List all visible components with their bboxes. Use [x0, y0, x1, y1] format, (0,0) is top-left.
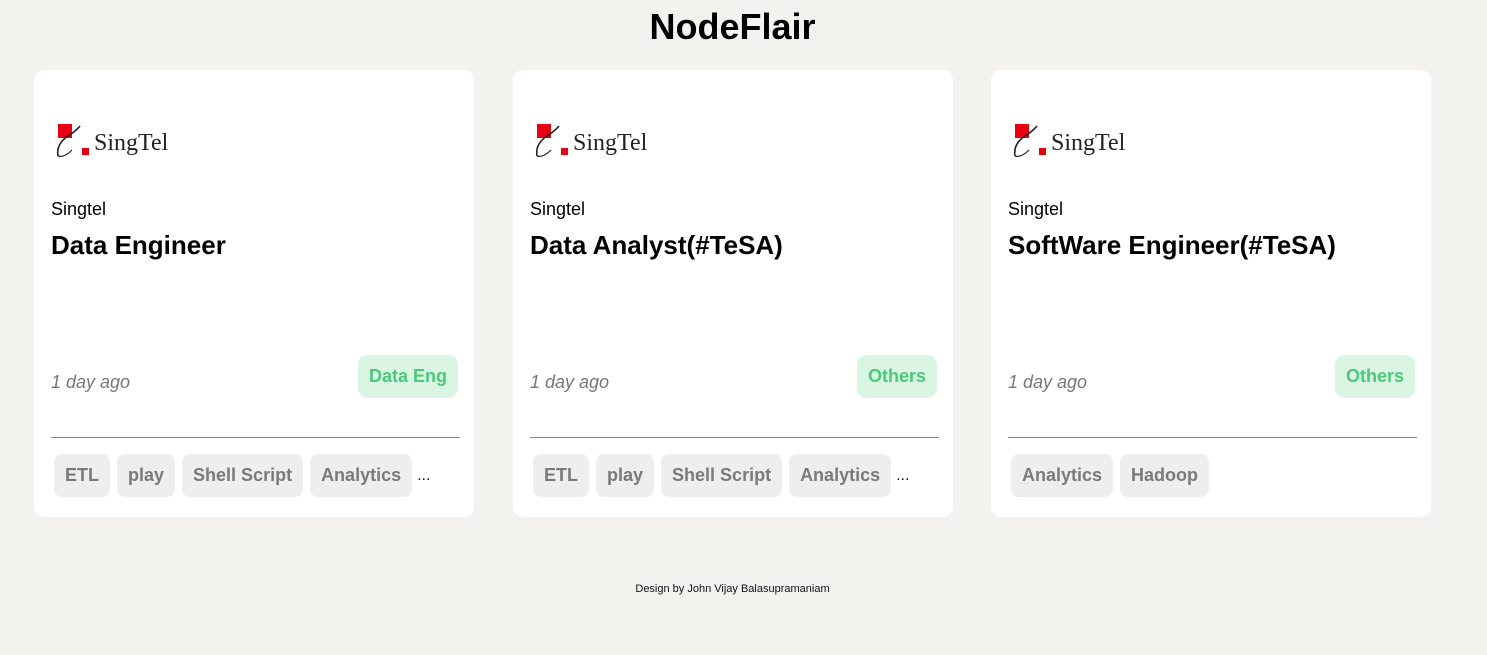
job-title[interactable]: Data Engineer — [51, 230, 226, 261]
company-name: Singtel — [1008, 199, 1064, 219]
tag[interactable]: ETL — [533, 454, 589, 497]
tag[interactable]: Shell Script — [182, 454, 304, 497]
category-badge: Data Eng — [357, 355, 458, 398]
company-name: Singtel — [530, 199, 586, 219]
tag[interactable]: Analytics — [310, 454, 413, 497]
tag[interactable]: Hadoop — [1120, 454, 1210, 497]
singtel-logo: SingTel — [56, 124, 169, 157]
tag[interactable]: ETL — [54, 454, 110, 497]
posted-time: 1 day ago — [51, 372, 131, 392]
divider — [530, 437, 939, 438]
category-badge: Others — [1334, 355, 1415, 398]
tag[interactable]: Analytics — [1011, 454, 1114, 497]
svg-text:SingTel: SingTel — [1051, 130, 1126, 156]
tag[interactable]: play — [117, 454, 176, 497]
more-tags-ellipsis: ... — [896, 467, 910, 484]
footer-credit: Design by John Vijay Balasupramaniam — [635, 583, 830, 595]
singtel-logo: SingTel — [535, 124, 648, 157]
svg-text:SingTel: SingTel — [573, 130, 648, 156]
tag-list: Analytics Hadoop — [1011, 454, 1210, 497]
singtel-logo: SingTel — [1013, 124, 1126, 157]
divider — [51, 437, 460, 438]
job-title[interactable]: SoftWare Engineer(#TeSA) — [1008, 230, 1336, 261]
company-name: Singtel — [51, 199, 107, 219]
tag-list: ETL play Shell Script Analytics ... — [533, 454, 909, 497]
job-card[interactable]: SingTel Singtel Data Engineer 1 day ago … — [34, 70, 474, 517]
tag[interactable]: Analytics — [789, 454, 892, 497]
more-tags-ellipsis: ... — [417, 467, 431, 484]
posted-time: 1 day ago — [530, 372, 610, 392]
site-title: NodeFlair — [649, 6, 816, 47]
tag[interactable]: Shell Script — [661, 454, 783, 497]
tag-list: ETL play Shell Script Analytics ... — [54, 454, 430, 497]
tag[interactable]: play — [596, 454, 655, 497]
category-badge: Others — [856, 355, 937, 398]
svg-text:SingTel: SingTel — [94, 130, 169, 156]
divider — [1008, 437, 1417, 438]
job-card[interactable]: SingTel Singtel Data Analyst(#TeSA) 1 da… — [513, 70, 953, 517]
job-card[interactable]: SingTel Singtel SoftWare Engineer(#TeSA)… — [991, 70, 1431, 517]
job-title[interactable]: Data Analyst(#TeSA) — [530, 230, 783, 261]
posted-time: 1 day ago — [1008, 372, 1088, 392]
